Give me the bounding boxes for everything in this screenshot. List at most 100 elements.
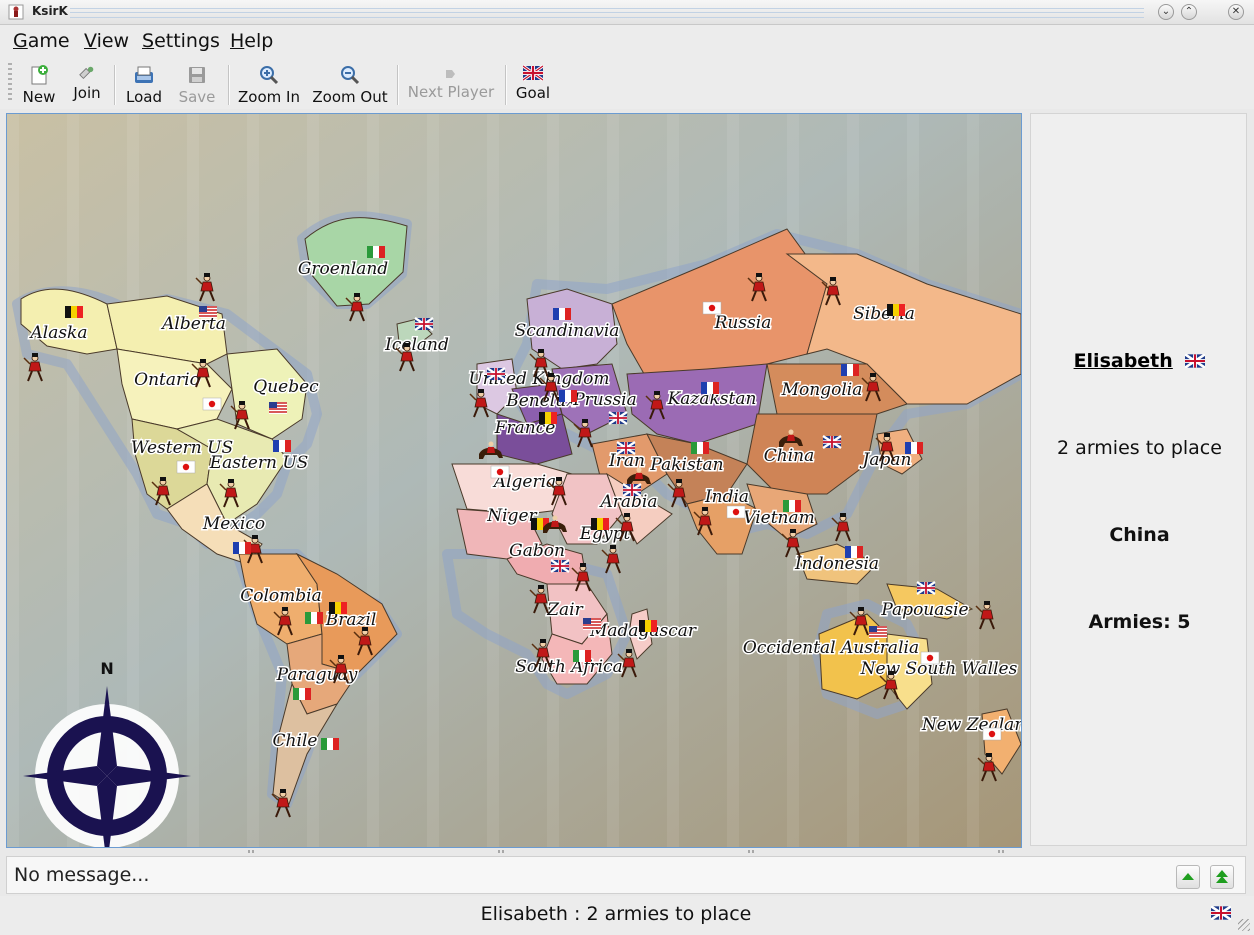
menu-view[interactable]: View bbox=[84, 30, 129, 52]
territory-label: Gabon bbox=[509, 541, 565, 561]
world-map[interactable]: Alaska Alberta Groenland Iceland Ontario Queb… bbox=[6, 113, 1022, 848]
new-label: New bbox=[22, 88, 56, 106]
status-text: Elisabeth : 2 armies to place bbox=[480, 903, 752, 925]
join-network-icon bbox=[79, 66, 94, 80]
scroll-up-button[interactable] bbox=[1176, 865, 1200, 889]
uk-flag-icon bbox=[607, 410, 629, 426]
new-game-button[interactable]: New bbox=[18, 61, 60, 107]
territory-label: Mongolia bbox=[781, 380, 863, 400]
it-flag-icon bbox=[293, 688, 311, 700]
territory-label: Indonesia bbox=[794, 554, 879, 574]
close-button[interactable]: ✕ bbox=[1228, 4, 1244, 20]
save-game-button[interactable]: Save bbox=[176, 61, 218, 107]
territory-label: Alaska bbox=[28, 323, 87, 343]
join-game-button[interactable]: Join bbox=[66, 61, 108, 107]
jp-flag-icon bbox=[726, 505, 746, 519]
be-flag-icon bbox=[887, 304, 905, 316]
splitter-handle[interactable] bbox=[998, 850, 1006, 853]
territory-label: South Africa bbox=[515, 657, 623, 677]
toolbar-separator bbox=[114, 65, 116, 105]
arrow-up-icon bbox=[1182, 873, 1194, 880]
menu-settings[interactable]: Settings bbox=[142, 30, 220, 52]
zoom-out-label: Zoom Out bbox=[312, 88, 388, 106]
uk-flag-icon bbox=[549, 558, 571, 574]
territory-label: Groenland bbox=[298, 259, 388, 279]
zoom-in-button[interactable]: Zoom In bbox=[236, 61, 302, 107]
fr-flag-icon bbox=[273, 440, 291, 452]
be-flag-icon bbox=[65, 306, 83, 318]
territory-label: New Zealand bbox=[921, 715, 1021, 735]
territory-label: Quebec bbox=[253, 377, 319, 397]
territory-label: Japan bbox=[860, 450, 912, 470]
uk-flag-icon bbox=[1184, 353, 1207, 369]
toolbar-grip[interactable] bbox=[8, 63, 12, 103]
goal-label: Goal bbox=[515, 84, 551, 102]
uk-flag-icon bbox=[821, 434, 843, 450]
load-game-button[interactable]: Load bbox=[122, 61, 166, 107]
us-flag-icon bbox=[198, 305, 218, 319]
splitter-handle[interactable] bbox=[748, 850, 756, 853]
menu-help[interactable]: Help bbox=[230, 30, 273, 52]
jp-flag-icon bbox=[202, 397, 222, 411]
uk-flag-icon bbox=[413, 316, 435, 332]
it-flag-icon bbox=[691, 442, 709, 454]
country-armies: Armies: 5 bbox=[1088, 611, 1191, 633]
territory-label: Zair bbox=[546, 600, 583, 620]
map-canvas[interactable]: Alaska AlbertaGroenlandIcelandOntario Queb… bbox=[7, 114, 1021, 847]
maximize-button[interactable]: ⌃ bbox=[1181, 4, 1197, 20]
jp-flag-icon bbox=[982, 727, 1002, 741]
current-player: Elisabeth bbox=[1031, 350, 1248, 372]
uk-flag-icon bbox=[915, 580, 937, 596]
it-flag-icon bbox=[573, 650, 591, 662]
status-bar: Elisabeth : 2 armies to place bbox=[0, 896, 1254, 935]
player-name[interactable]: Elisabeth bbox=[1074, 350, 1173, 372]
it-flag-icon bbox=[305, 612, 323, 624]
scroll-top-button[interactable] bbox=[1210, 865, 1234, 889]
territory-label: Siberia bbox=[853, 304, 915, 324]
it-flag-icon bbox=[321, 738, 339, 750]
zoom-in-label: Zoom In bbox=[238, 88, 300, 106]
zoom-in-icon bbox=[260, 66, 279, 85]
title-bar: KsirK ⌄ ⌃ ✕ bbox=[0, 0, 1254, 25]
us-flag-icon bbox=[582, 617, 602, 631]
goal-button[interactable]: Goal bbox=[512, 61, 554, 107]
window-title: KsirK bbox=[32, 4, 68, 18]
territory-label: Niger bbox=[486, 506, 537, 526]
fr-flag-icon bbox=[845, 546, 863, 558]
territory-label: Chile bbox=[273, 731, 318, 751]
zoom-out-button[interactable]: Zoom Out bbox=[312, 61, 388, 107]
fr-flag-icon bbox=[553, 308, 571, 320]
next-player-icon bbox=[446, 70, 455, 78]
territory-label: Papouasie bbox=[880, 600, 968, 620]
next-player-button[interactable]: Next Player bbox=[406, 61, 496, 107]
us-flag-icon bbox=[868, 625, 888, 639]
uk-flag-icon bbox=[621, 482, 643, 498]
territory-label: China bbox=[764, 446, 814, 466]
fr-flag-icon bbox=[233, 542, 251, 554]
menu-game[interactable]: Game bbox=[13, 30, 70, 52]
uk-flag-icon bbox=[1211, 906, 1231, 920]
territory-label: Russia bbox=[714, 313, 772, 333]
load-label: Load bbox=[126, 88, 162, 106]
territory-label: Iceland bbox=[384, 335, 449, 355]
jp-flag-icon bbox=[176, 460, 196, 474]
territory-label: Scandinavia bbox=[515, 321, 620, 341]
toolbar-separator bbox=[397, 65, 399, 105]
save-label: Save bbox=[178, 88, 216, 106]
toolbar: New Join Load Save Zoom In Zoom Out Next… bbox=[0, 57, 1254, 109]
be-flag-icon bbox=[539, 412, 557, 424]
splitter-handle[interactable] bbox=[248, 850, 256, 853]
it-flag-icon bbox=[367, 246, 385, 258]
splitter-handle[interactable] bbox=[498, 850, 506, 853]
minimize-button[interactable]: ⌄ bbox=[1158, 4, 1174, 20]
new-document-icon bbox=[31, 65, 48, 85]
it-flag-icon bbox=[783, 500, 801, 512]
be-flag-icon bbox=[591, 518, 609, 530]
be-flag-icon bbox=[329, 602, 347, 614]
double-arrow-up-icon bbox=[1216, 870, 1228, 883]
resize-grip[interactable] bbox=[1238, 919, 1250, 931]
load-icon bbox=[135, 66, 153, 83]
message-bar: No message... bbox=[6, 856, 1246, 894]
territory-label: Colombia bbox=[240, 586, 322, 606]
territory-label: Occidental Australia bbox=[743, 638, 919, 658]
